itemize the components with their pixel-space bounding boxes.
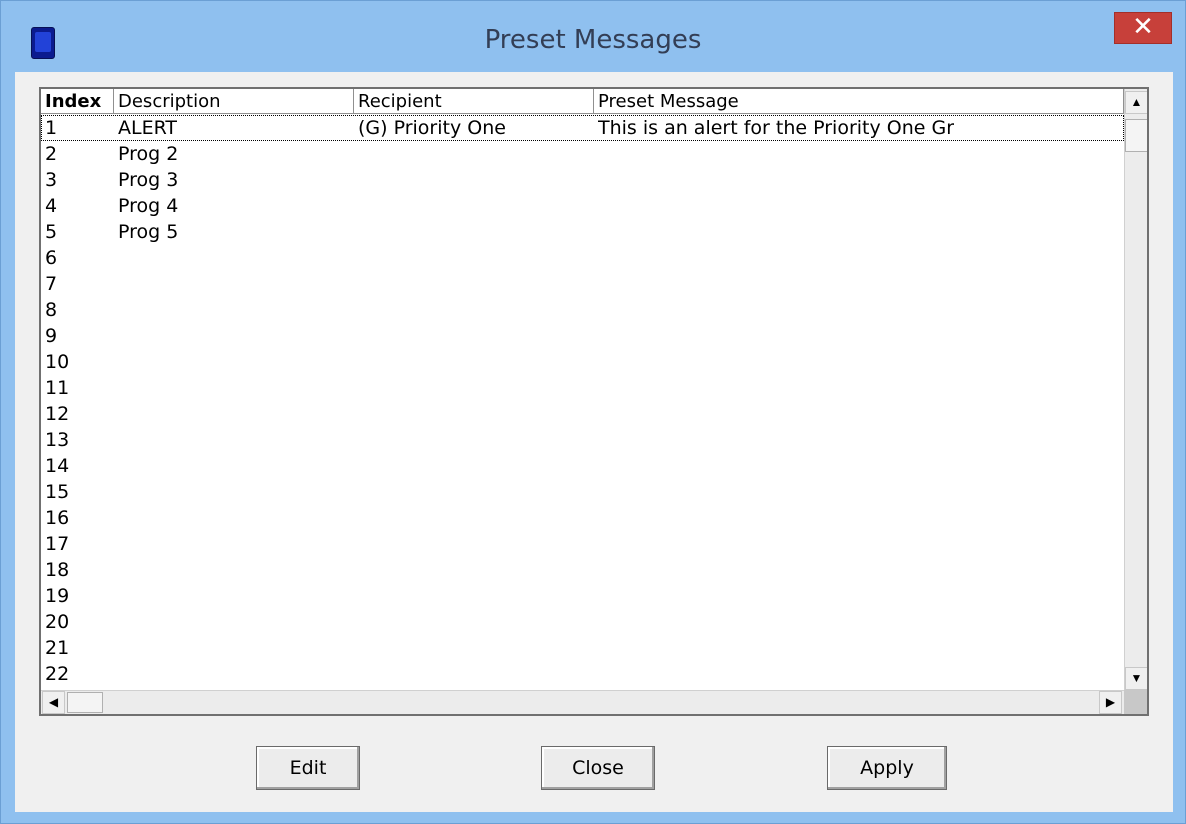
- cell-description: Prog 4: [118, 195, 179, 217]
- table-row[interactable]: 14: [41, 453, 1124, 479]
- table-row[interactable]: 1 ALERT (G) Priority One This is an alert f…: [41, 115, 1124, 141]
- cell-index: 21: [45, 637, 70, 659]
- table-row[interactable]: 13: [41, 427, 1124, 453]
- table-row[interactable]: 15: [41, 479, 1124, 505]
- cell-index: 5: [45, 221, 58, 243]
- table-row[interactable]: 10: [41, 349, 1124, 375]
- table-row[interactable]: 19: [41, 583, 1124, 609]
- cell-index: 8: [45, 299, 58, 321]
- cell-index: 2: [45, 143, 58, 165]
- grid-header: Index Description Recipient Preset Messa…: [41, 89, 1124, 115]
- cell-description: Prog 2: [118, 143, 179, 165]
- edit-button[interactable]: Edit: [256, 746, 360, 790]
- table-row[interactable]: 6: [41, 245, 1124, 271]
- column-header-description[interactable]: Description: [114, 89, 354, 114]
- cell-index: 10: [45, 351, 70, 373]
- cell-index: 17: [45, 533, 70, 555]
- close-window-button[interactable]: ✕: [1114, 12, 1172, 44]
- scroll-left-icon[interactable]: ◀: [42, 691, 65, 714]
- scrollbar-corner: [1124, 690, 1147, 714]
- table-row[interactable]: 16: [41, 505, 1124, 531]
- cell-recipient: (G) Priority One: [358, 117, 506, 139]
- cell-index: 1: [45, 117, 58, 139]
- horizontal-scrollbar[interactable]: ◀ ▶: [41, 690, 1124, 714]
- vertical-scrollbar[interactable]: ▲ ▼: [1124, 89, 1147, 690]
- scroll-right-icon[interactable]: ▶: [1099, 691, 1122, 714]
- cell-description: Prog 5: [118, 221, 179, 243]
- column-header-preset-message[interactable]: Preset Message: [594, 89, 1124, 114]
- table-row[interactable]: 9: [41, 323, 1124, 349]
- cell-index: 18: [45, 559, 70, 581]
- cell-index: 3: [45, 169, 58, 191]
- cell-index: 6: [45, 247, 58, 269]
- messages-grid: Index Description Recipient Preset Messa…: [39, 87, 1149, 716]
- table-row[interactable]: 22: [41, 661, 1124, 687]
- cell-index: 11: [45, 377, 70, 399]
- table-row[interactable]: 7: [41, 271, 1124, 297]
- table-row[interactable]: 2 Prog 2: [41, 141, 1124, 167]
- cell-index: 9: [45, 325, 58, 347]
- cell-index: 4: [45, 195, 58, 217]
- cell-index: 14: [45, 455, 70, 477]
- cell-index: 16: [45, 507, 70, 529]
- cell-message: This is an alert for the Priority One Gr: [598, 117, 955, 139]
- preset-messages-window: Preset Messages ✕ Index Description Reci…: [0, 0, 1186, 824]
- table-row[interactable]: 17: [41, 531, 1124, 557]
- cell-description: ALERT: [118, 117, 178, 139]
- apply-button[interactable]: Apply: [827, 746, 947, 790]
- table-row[interactable]: 8: [41, 297, 1124, 323]
- cell-index: 12: [45, 403, 70, 425]
- horizontal-scroll-thumb[interactable]: [67, 692, 103, 713]
- close-button[interactable]: Close: [541, 746, 655, 790]
- table-row[interactable]: 11: [41, 375, 1124, 401]
- table-row[interactable]: 3 Prog 3: [41, 167, 1124, 193]
- table-row[interactable]: 21: [41, 635, 1124, 661]
- table-row[interactable]: 4 Prog 4: [41, 193, 1124, 219]
- table-row[interactable]: 5 Prog 5: [41, 219, 1124, 245]
- cell-index: 7: [45, 273, 58, 295]
- cell-index: 15: [45, 481, 70, 503]
- scroll-up-icon[interactable]: ▲: [1125, 91, 1147, 114]
- scroll-down-icon[interactable]: ▼: [1125, 667, 1147, 690]
- cell-index: 13: [45, 429, 70, 451]
- table-row[interactable]: 18: [41, 557, 1124, 583]
- window-title: Preset Messages: [484, 25, 702, 55]
- cell-description: Prog 3: [118, 169, 179, 191]
- cell-index: 19: [45, 585, 70, 607]
- dialog-body: Index Description Recipient Preset Messa…: [15, 72, 1173, 812]
- column-header-index[interactable]: Index: [41, 89, 114, 114]
- cell-index: 20: [45, 611, 70, 633]
- table-row[interactable]: 20: [41, 609, 1124, 635]
- cell-index: 22: [45, 663, 70, 685]
- table-row[interactable]: 12: [41, 401, 1124, 427]
- column-header-recipient[interactable]: Recipient: [354, 89, 594, 114]
- vertical-scroll-thumb[interactable]: [1125, 119, 1147, 152]
